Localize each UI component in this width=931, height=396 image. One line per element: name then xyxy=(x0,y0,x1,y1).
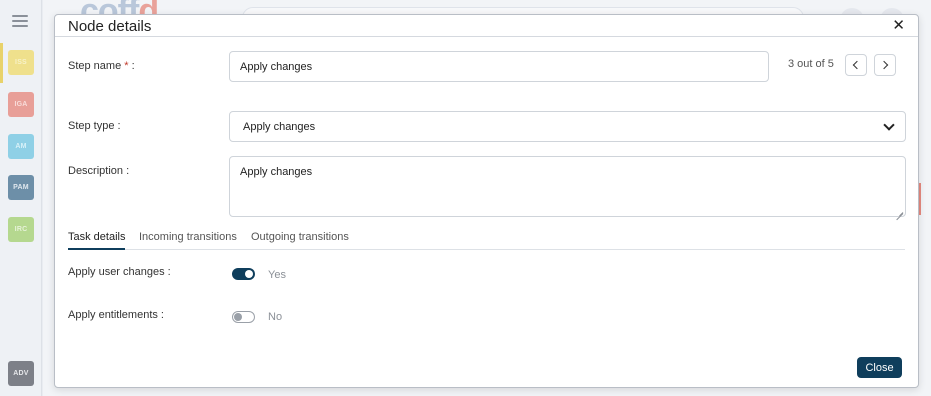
resize-handle-icon[interactable] xyxy=(896,207,903,214)
description-textarea[interactable]: Apply changes xyxy=(229,156,906,217)
sidebar-item-irc[interactable]: IRC xyxy=(8,217,34,242)
tab-outgoing-transitions[interactable]: Outgoing transitions xyxy=(251,231,349,250)
step-type-select[interactable]: Apply changes xyxy=(229,111,906,142)
apply-user-changes-label: Apply user changes : xyxy=(68,266,171,278)
apply-entitlements-toggle[interactable] xyxy=(232,311,255,323)
pager-position-text: 3 out of 5 xyxy=(788,58,834,70)
sidebar-item-pam[interactable]: PAM xyxy=(8,175,34,200)
sidebar-active-indicator xyxy=(0,43,3,83)
chevron-down-icon xyxy=(883,119,895,131)
sidebar-item-am[interactable]: AM xyxy=(8,134,34,159)
description-label: Description : xyxy=(68,165,130,177)
apply-user-changes-toggle[interactable] xyxy=(232,268,255,280)
tab-task-details[interactable]: Task details xyxy=(68,231,126,250)
chevron-left-icon xyxy=(852,60,862,70)
chevron-right-icon xyxy=(879,60,889,70)
sidebar-item-adv[interactable]: ADV xyxy=(8,361,34,386)
hamburger-menu-icon[interactable] xyxy=(12,15,28,27)
app-sidebar: ISS IGA AM PAM IRC ADV xyxy=(0,0,42,396)
apply-entitlements-label: Apply entitlements : xyxy=(68,309,164,321)
apply-user-changes-state: Yes xyxy=(268,269,286,281)
description-text: Apply changes xyxy=(240,166,313,178)
previous-step-button[interactable] xyxy=(845,54,867,76)
tab-incoming-transitions[interactable]: Incoming transitions xyxy=(139,231,237,250)
close-button[interactable]: Close xyxy=(857,357,902,378)
sidebar-item-iss[interactable]: ISS xyxy=(8,50,34,75)
next-step-button[interactable] xyxy=(874,54,896,76)
sidebar-item-iga[interactable]: IGA xyxy=(8,92,34,117)
step-type-label: Step type : xyxy=(68,120,121,132)
dialog-title: Node details xyxy=(68,18,152,35)
step-name-label: Step name * : xyxy=(68,60,135,72)
step-type-selected-value: Apply changes xyxy=(243,120,316,133)
close-icon[interactable]: ✕ xyxy=(892,18,905,34)
apply-entitlements-state: No xyxy=(268,311,283,323)
tab-bar: Task details Incoming transitions Outgoi… xyxy=(68,231,905,250)
node-details-dialog: Node details ✕ Step name * : Apply chang… xyxy=(54,14,919,388)
step-name-input[interactable]: Apply changes xyxy=(229,51,769,82)
dialog-header: Node details ✕ xyxy=(55,15,918,37)
